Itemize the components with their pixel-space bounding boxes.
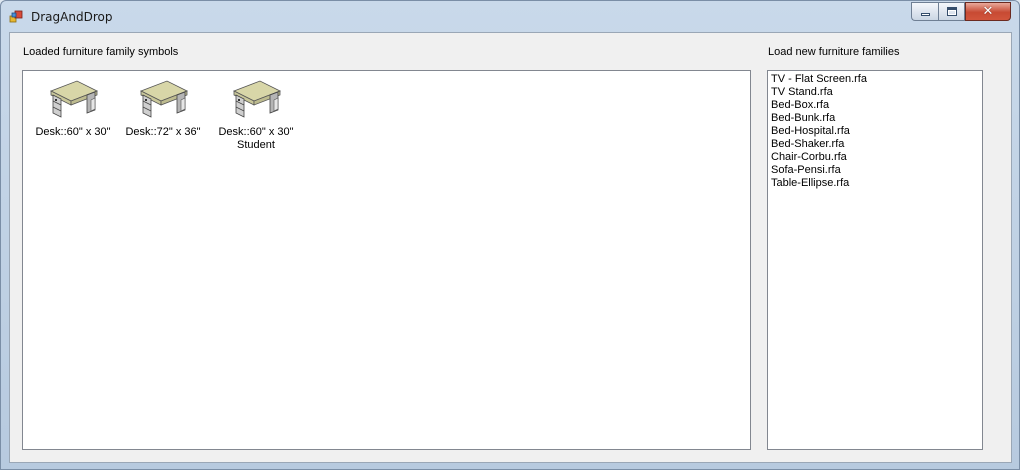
- close-button[interactable]: ✕: [965, 2, 1011, 21]
- loaded-symbols-panel[interactable]: Desk::60" x 30" Desk::72" x 36" Desk::60…: [22, 70, 751, 450]
- form-client-area: Loaded furniture family symbols Load new…: [9, 32, 1012, 463]
- symbol-item[interactable]: Desk::60" x 30": [30, 77, 116, 139]
- list-item[interactable]: Bed-Bunk.rfa: [771, 112, 979, 125]
- list-item[interactable]: TV Stand.rfa: [771, 86, 979, 99]
- minimize-button[interactable]: [911, 2, 938, 21]
- window-title: DragAndDrop: [31, 10, 113, 24]
- list-item[interactable]: Bed-Shaker.rfa: [771, 138, 979, 151]
- maximize-icon: [946, 7, 957, 16]
- close-icon: ✕: [982, 4, 994, 19]
- list-item[interactable]: Bed-Box.rfa: [771, 99, 979, 112]
- loaded-symbols-label: Loaded furniture family symbols: [23, 46, 179, 58]
- symbol-label: Desk::60" x 30": [35, 126, 111, 138]
- desk-icon: [140, 80, 188, 118]
- symbol-label: Desk::72" x 36": [125, 126, 201, 138]
- list-item[interactable]: Bed-Hospital.rfa: [771, 125, 979, 138]
- list-item[interactable]: TV - Flat Screen.rfa: [771, 73, 979, 86]
- symbol-item[interactable]: Desk::60" x 30" Student: [213, 77, 299, 152]
- list-item[interactable]: Chair-Corbu.rfa: [771, 151, 979, 164]
- minimize-icon: [920, 13, 930, 16]
- list-item[interactable]: Table-Ellipse.rfa: [771, 177, 979, 190]
- symbol-item[interactable]: Desk::72" x 36": [120, 77, 206, 139]
- title-bar[interactable]: DragAndDrop ✕: [1, 1, 1019, 33]
- families-listbox[interactable]: TV - Flat Screen.rfa TV Stand.rfa Bed-Bo…: [767, 70, 983, 450]
- app-window: DragAndDrop ✕ Loaded furniture family sy…: [0, 0, 1020, 470]
- list-item[interactable]: Sofa-Pensi.rfa: [771, 164, 979, 177]
- desk-icon: [233, 80, 281, 118]
- symbol-label: Desk::60" x 30" Student: [218, 126, 294, 151]
- load-families-label: Load new furniture families: [768, 46, 900, 58]
- desk-icon: [50, 80, 98, 118]
- app-icon: [9, 10, 23, 24]
- maximize-button[interactable]: [938, 2, 965, 21]
